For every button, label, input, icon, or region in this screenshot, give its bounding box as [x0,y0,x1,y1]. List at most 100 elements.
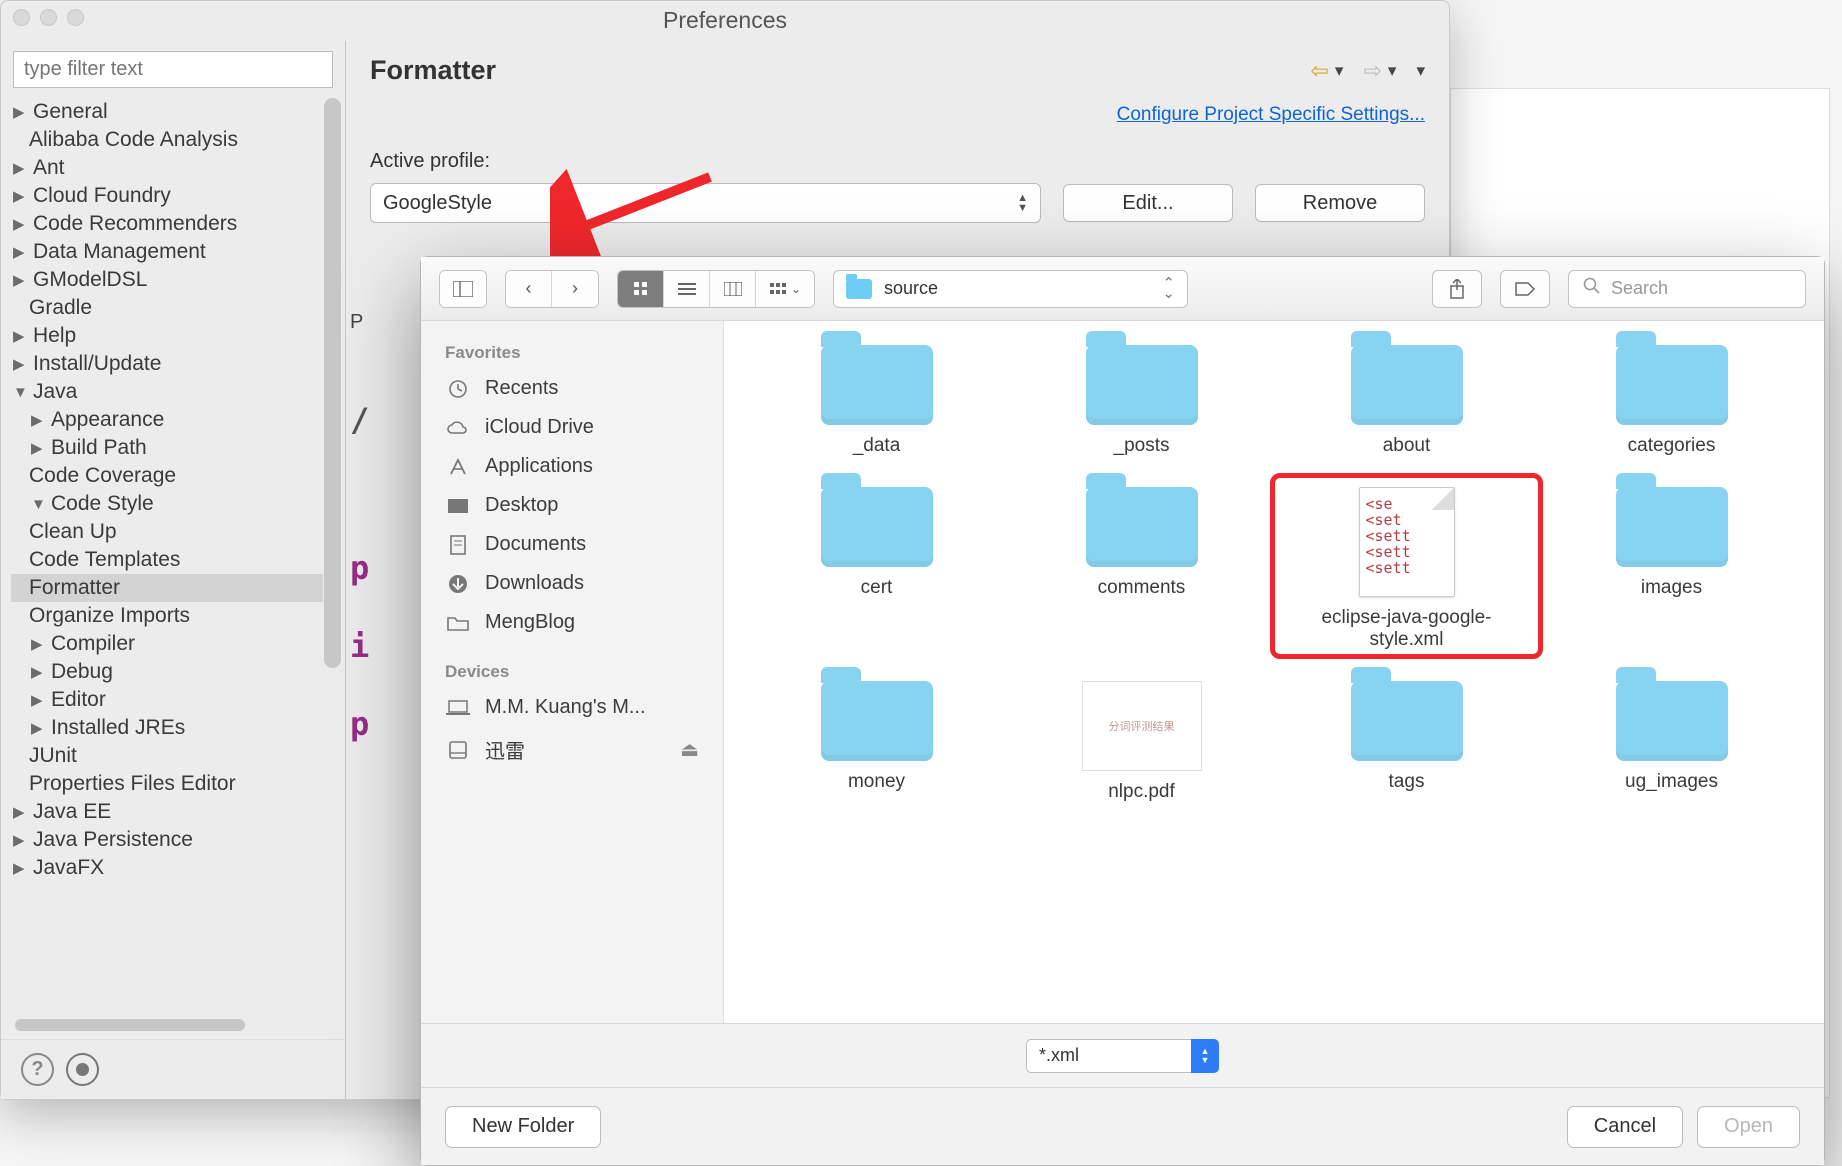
tree-item[interactable]: Clean Up [11,518,323,546]
chevron-right-icon[interactable]: ▶ [13,215,29,233]
tree-item[interactable]: ▶Help [11,322,323,350]
file-item[interactable]: categories [1549,345,1794,457]
finder-sidebar-item[interactable]: Recents [421,369,723,408]
chevron-right-icon[interactable]: ▶ [31,439,47,457]
file-item[interactable]: about [1284,345,1529,457]
sidebar-toggle[interactable] [439,270,487,308]
tree-item[interactable]: ▶Build Path [11,434,323,462]
file-item[interactable]: _posts [1019,345,1264,457]
tree-item[interactable]: ▶Code Recommenders [11,210,323,238]
tree-item[interactable]: Gradle [11,294,323,322]
finder-sidebar-item[interactable]: Documents [421,525,723,564]
tree-item[interactable]: Alibaba Code Analysis [11,126,323,154]
chevron-right-icon[interactable]: ▶ [31,691,47,709]
tree-item[interactable]: ▶Compiler [11,630,323,658]
chevron-down-icon[interactable]: ▼ [13,384,29,401]
tree-item[interactable]: ▼Java [11,378,323,406]
file-item[interactable]: _data [754,345,999,457]
tree-item[interactable]: ▶GModelDSL [11,266,323,294]
finder-sidebar-item[interactable]: Applications [421,447,723,486]
list-view-icon[interactable] [664,271,710,307]
tree-item[interactable]: ▶Cloud Foundry [11,182,323,210]
tree-item[interactable]: ▶Install/Update [11,350,323,378]
configure-project-link[interactable]: Configure Project Specific Settings... [370,104,1425,126]
column-view-icon[interactable] [710,271,756,307]
tree-item[interactable]: ▶JavaFX [11,854,323,882]
tags-button[interactable] [1500,270,1550,308]
file-item[interactable]: tags [1284,681,1529,803]
icon-view-icon[interactable] [618,271,664,307]
view-menu-icon[interactable]: ▾ [1416,61,1425,81]
forward-button[interactable]: › [552,271,598,307]
cancel-button[interactable]: Cancel [1567,1106,1683,1148]
tree-item[interactable]: ▶Appearance [11,406,323,434]
tree-item[interactable]: ▶Data Management [11,238,323,266]
finder-sidebar-item[interactable]: MengBlog [421,603,723,642]
back-button[interactable]: ‹ [506,271,552,307]
help-icon[interactable]: ? [21,1053,54,1086]
chevron-down-icon[interactable]: ▼ [31,496,47,513]
file-type-filter[interactable]: *.xml [1026,1039,1191,1073]
chevron-right-icon[interactable]: ▶ [13,187,29,205]
tree-item[interactable]: Code Templates [11,546,323,574]
search-field[interactable]: Search [1568,270,1806,308]
chevron-right-icon[interactable]: ▶ [31,719,47,737]
chevron-right-icon[interactable]: ▶ [13,103,29,121]
record-icon[interactable] [66,1053,99,1086]
gallery-view-icon[interactable]: ⌄ [756,271,814,307]
horizontal-scrollbar[interactable] [15,1019,331,1033]
chevron-right-icon[interactable]: ▶ [31,411,47,429]
chevron-right-icon[interactable]: ▶ [13,831,29,849]
tree-item[interactable]: Formatter [11,574,323,602]
tree-item[interactable]: ▶Ant [11,154,323,182]
chevron-right-icon[interactable]: ▶ [31,663,47,681]
file-item[interactable]: ug_images [1549,681,1794,803]
preferences-tree[interactable]: ▶GeneralAlibaba Code Analysis▶Ant▶Cloud … [1,98,345,1013]
file-item[interactable]: comments [1019,487,1264,651]
file-item[interactable]: images [1549,487,1794,651]
finder-sidebar-item[interactable]: 迅雷⏏ [421,727,723,772]
new-folder-button[interactable]: New Folder [445,1106,601,1148]
tree-item[interactable]: ▶General [11,98,323,126]
chevron-right-icon[interactable]: ▶ [13,271,29,289]
chevron-right-icon[interactable]: ▶ [13,159,29,177]
file-item[interactable]: money [754,681,999,803]
path-selector[interactable]: source ⌃⌄ [833,270,1188,308]
filter-input[interactable] [13,51,333,88]
share-button[interactable] [1432,270,1482,308]
back-menu-icon[interactable]: ▾ [1335,61,1344,81]
tree-item[interactable]: ▶Installed JREs [11,714,323,742]
eject-icon[interactable]: ⏏ [680,737,699,762]
profile-select[interactable]: GoogleStyle ▲▼ [370,183,1041,223]
edit-button[interactable]: Edit... [1063,184,1233,222]
file-item[interactable]: cert [754,487,999,651]
finder-sidebar-item[interactable]: M.M. Kuang's M... [421,688,723,727]
file-item[interactable]: 分词评测结果nlpc.pdf [1019,681,1264,803]
view-mode-buttons[interactable]: ⌄ [617,270,815,308]
tree-item[interactable]: ▶Debug [11,658,323,686]
remove-button[interactable]: Remove [1255,184,1425,222]
tree-item[interactable]: ▼Code Style [11,490,323,518]
finder-sidebar-item[interactable]: Desktop [421,486,723,525]
tree-item[interactable]: ▶Editor [11,686,323,714]
tree-item[interactable]: ▶Java Persistence [11,826,323,854]
sidebar-toggle-icon[interactable] [440,271,486,307]
tree-scrollbar[interactable] [324,98,341,1013]
chevron-right-icon[interactable]: ▶ [31,635,47,653]
chevron-right-icon[interactable]: ▶ [13,327,29,345]
open-button[interactable]: Open [1697,1106,1800,1148]
chevron-right-icon[interactable]: ▶ [13,803,29,821]
finder-sidebar-item[interactable]: iCloud Drive [421,408,723,447]
tree-item[interactable]: ▶Java EE [11,798,323,826]
tree-item[interactable]: Properties Files Editor [11,770,323,798]
hscrollbar-thumb[interactable] [15,1019,245,1031]
chevron-right-icon[interactable]: ▶ [13,355,29,373]
tree-item[interactable]: Code Coverage [11,462,323,490]
tree-item[interactable]: JUnit [11,742,323,770]
nav-buttons[interactable]: ‹ › [505,270,599,308]
tree-item[interactable]: Organize Imports [11,602,323,630]
file-grid-area[interactable]: _data_postsaboutcategoriescertcomments<s… [724,321,1824,1023]
chevron-right-icon[interactable]: ▶ [13,859,29,877]
filter-dropdown-icon[interactable]: ▲▼ [1191,1039,1219,1073]
scrollbar-thumb[interactable] [324,98,341,668]
